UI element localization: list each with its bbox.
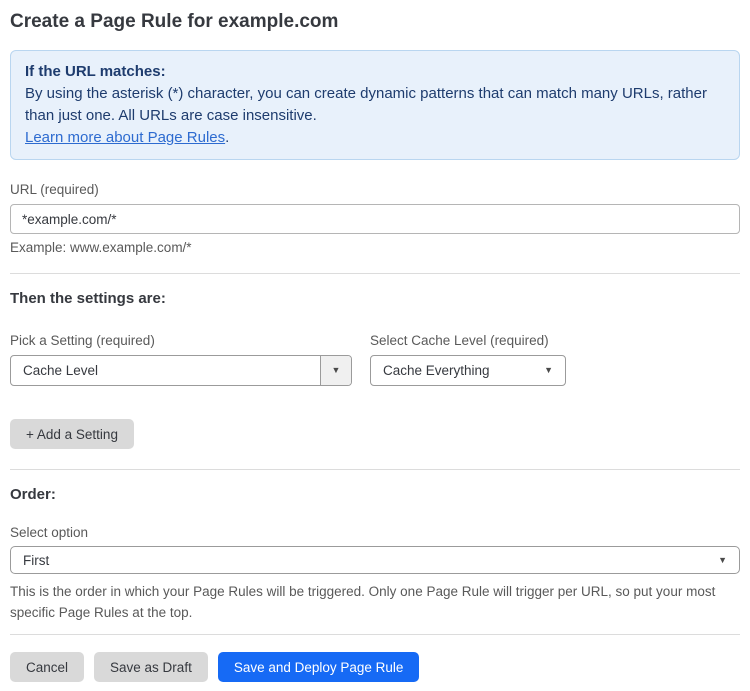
- setting-picker-group: Pick a Setting (required) Cache Level ▼: [10, 333, 352, 386]
- cache-level-picker-group: Select Cache Level (required) Cache Ever…: [370, 333, 566, 386]
- settings-row: Pick a Setting (required) Cache Level ▼ …: [10, 333, 740, 386]
- url-input[interactable]: [10, 204, 740, 234]
- section-divider: [10, 273, 740, 274]
- order-select-label: Select option: [10, 525, 89, 540]
- order-section-heading: Order:: [10, 486, 56, 503]
- footer-divider: [10, 634, 740, 635]
- setting-picker-value: Cache Level: [23, 363, 99, 378]
- cancel-button[interactable]: Cancel: [10, 652, 85, 682]
- url-label: URL (required): [10, 182, 99, 197]
- info-box-body: By using the asterisk (*) character, you…: [25, 83, 725, 127]
- url-match-info-box: If the URL matches: By using the asteris…: [10, 50, 740, 160]
- settings-section-heading: Then the settings are:: [10, 290, 166, 307]
- chevron-down-icon: ▼: [718, 554, 727, 565]
- page-title: Create a Page Rule for example.com: [10, 11, 339, 32]
- cache-level-arrow: ▼: [544, 356, 565, 385]
- info-box-link-line: Learn more about Page Rules.: [25, 127, 725, 149]
- setting-picker-label: Pick a Setting (required): [10, 333, 155, 348]
- order-select[interactable]: First ▼: [10, 546, 740, 574]
- setting-picker-select[interactable]: Cache Level ▼: [10, 355, 352, 386]
- chevron-down-icon: ▼: [331, 365, 341, 375]
- learn-more-link[interactable]: Learn more about Page Rules: [25, 129, 225, 146]
- section-divider: [10, 469, 740, 470]
- cache-level-select[interactable]: Cache Everything ▼: [370, 355, 566, 386]
- order-select-arrow: ▼: [718, 547, 739, 573]
- cache-level-label: Select Cache Level (required): [370, 333, 549, 348]
- setting-picker-arrow-cell[interactable]: ▼: [320, 356, 351, 385]
- chevron-down-icon: ▼: [544, 365, 553, 375]
- save-deploy-button[interactable]: Save and Deploy Page Rule: [217, 652, 420, 682]
- link-period: .: [225, 129, 230, 146]
- page-rule-form: Create a Page Rule for example.com If th…: [0, 11, 750, 682]
- order-select-value: First: [23, 552, 50, 568]
- info-box-body-text: By using the asterisk (*) character, you…: [25, 85, 707, 124]
- footer-button-row: Cancel Save as Draft Save and Deploy Pag…: [10, 652, 740, 682]
- save-draft-button[interactable]: Save as Draft: [94, 652, 208, 682]
- order-help-text: This is the order in which your Page Rul…: [10, 584, 716, 620]
- add-setting-button[interactable]: + Add a Setting: [10, 419, 134, 449]
- cache-level-value: Cache Everything: [383, 363, 490, 378]
- url-example-text: Example: www.example.com/*: [10, 240, 192, 255]
- info-box-heading: If the URL matches:: [25, 63, 166, 80]
